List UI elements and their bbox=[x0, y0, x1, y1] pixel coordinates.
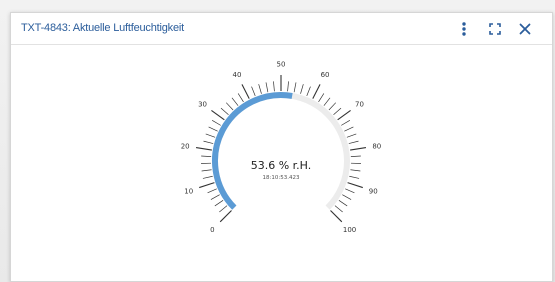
gauge-timestamp: 18:10:53.423 bbox=[263, 175, 300, 181]
widget-title: TXT-4843: Aktuelle Luftfeuchtigkeit bbox=[21, 22, 184, 34]
gauge-minor-tick bbox=[334, 205, 343, 213]
gauge-tick-label: 10 bbox=[184, 187, 193, 195]
gauge-minor-tick bbox=[341, 119, 351, 126]
gauge-minor-tick bbox=[210, 194, 220, 200]
gauge-major-tick bbox=[350, 147, 367, 151]
fullscreen-button[interactable] bbox=[485, 19, 505, 39]
fullscreen-icon bbox=[489, 23, 501, 35]
close-icon bbox=[519, 23, 531, 35]
gauge-major-tick bbox=[211, 110, 225, 121]
gauge-major-tick bbox=[199, 182, 215, 189]
gauge-minor-tick bbox=[323, 97, 331, 106]
gauge-tick-label: 30 bbox=[198, 100, 207, 108]
gauge-major-tick bbox=[312, 84, 321, 99]
gauge-value-readout: 53.6 % r.H. bbox=[251, 159, 312, 172]
gauge-major-tick bbox=[347, 182, 363, 189]
gauge-minor-tick bbox=[251, 86, 256, 97]
gauge-minor-tick bbox=[350, 169, 361, 172]
page-background: TXT-4843: Aktuelle Luftfeuchtigkeit 0 10… bbox=[0, 0, 555, 282]
gauge-major-tick bbox=[195, 147, 212, 151]
gauge-minor-tick bbox=[300, 84, 304, 94]
gauge-dial: 0 10 20 30 40 50 60 70 80 90 100 53.6 % r.H. 18:10… bbox=[181, 61, 382, 235]
gauge-minor-tick bbox=[203, 140, 214, 144]
humidity-widget: TXT-4843: Aktuelle Luftfeuchtigkeit 0 10… bbox=[10, 12, 553, 282]
gauge-minor-tick bbox=[318, 93, 325, 103]
gauge-minor-tick bbox=[219, 205, 228, 213]
gauge-minor-tick bbox=[231, 97, 239, 106]
gauge-minor-tick bbox=[328, 102, 337, 111]
gauge-minor-tick bbox=[338, 200, 348, 207]
gauge-minor-tick bbox=[293, 82, 297, 93]
gauge-tick-label: 20 bbox=[181, 142, 190, 150]
humidity-gauge: 0 10 20 30 40 50 60 70 80 90 100 53.6 % r.H. 18:10… bbox=[11, 45, 552, 281]
gauge-major-tick bbox=[219, 210, 232, 223]
gauge-major-tick bbox=[337, 110, 351, 121]
gauge-tick-label: 70 bbox=[355, 100, 364, 108]
gauge-minor-tick bbox=[201, 169, 212, 172]
gauge-minor-tick bbox=[207, 188, 217, 194]
gauge-minor-tick bbox=[225, 102, 234, 111]
gauge-minor-tick bbox=[237, 93, 244, 103]
gauge-major-tick bbox=[330, 210, 343, 223]
gauge-minor-tick bbox=[273, 81, 275, 92]
gauge-minor-tick bbox=[201, 155, 212, 157]
menu-button[interactable] bbox=[454, 19, 474, 39]
gauge-minor-tick bbox=[214, 200, 224, 207]
gauge-minor-tick bbox=[205, 133, 216, 138]
close-button[interactable] bbox=[515, 19, 535, 39]
gauge-tick-label: 80 bbox=[372, 142, 381, 150]
gauge-minor-tick bbox=[220, 107, 229, 115]
widget-header: TXT-4843: Aktuelle Luftfeuchtigkeit bbox=[11, 13, 552, 45]
gauge-minor-tick bbox=[346, 133, 357, 138]
gauge-minor-tick bbox=[350, 155, 361, 157]
gauge-tick-label: 0 bbox=[210, 226, 214, 234]
gauge-value-arc bbox=[212, 92, 293, 210]
gauge-minor-tick bbox=[265, 82, 269, 93]
gauge-major-tick bbox=[241, 84, 250, 99]
gauge-minor-tick bbox=[348, 140, 359, 144]
gauge-tick-label: 50 bbox=[277, 61, 286, 69]
gauge-minor-tick bbox=[202, 175, 213, 179]
gauge-tick-label: 40 bbox=[233, 71, 242, 79]
gauge-minor-tick bbox=[342, 194, 352, 200]
gauge-tick-label: 90 bbox=[369, 187, 378, 195]
gauge-minor-tick bbox=[306, 86, 311, 97]
gauge-minor-tick bbox=[211, 119, 221, 126]
gauge-minor-tick bbox=[349, 175, 360, 179]
gauge-minor-tick bbox=[287, 81, 289, 92]
gauge-minor-tick bbox=[208, 126, 218, 132]
vertical-dots-icon bbox=[462, 22, 466, 36]
gauge-minor-tick bbox=[333, 107, 342, 115]
gauge-minor-tick bbox=[258, 84, 262, 94]
gauge-minor-tick bbox=[345, 188, 355, 194]
gauge-tick-label: 60 bbox=[321, 71, 330, 79]
gauge-tick-label: 100 bbox=[343, 226, 356, 234]
gauge-minor-tick bbox=[344, 126, 354, 132]
